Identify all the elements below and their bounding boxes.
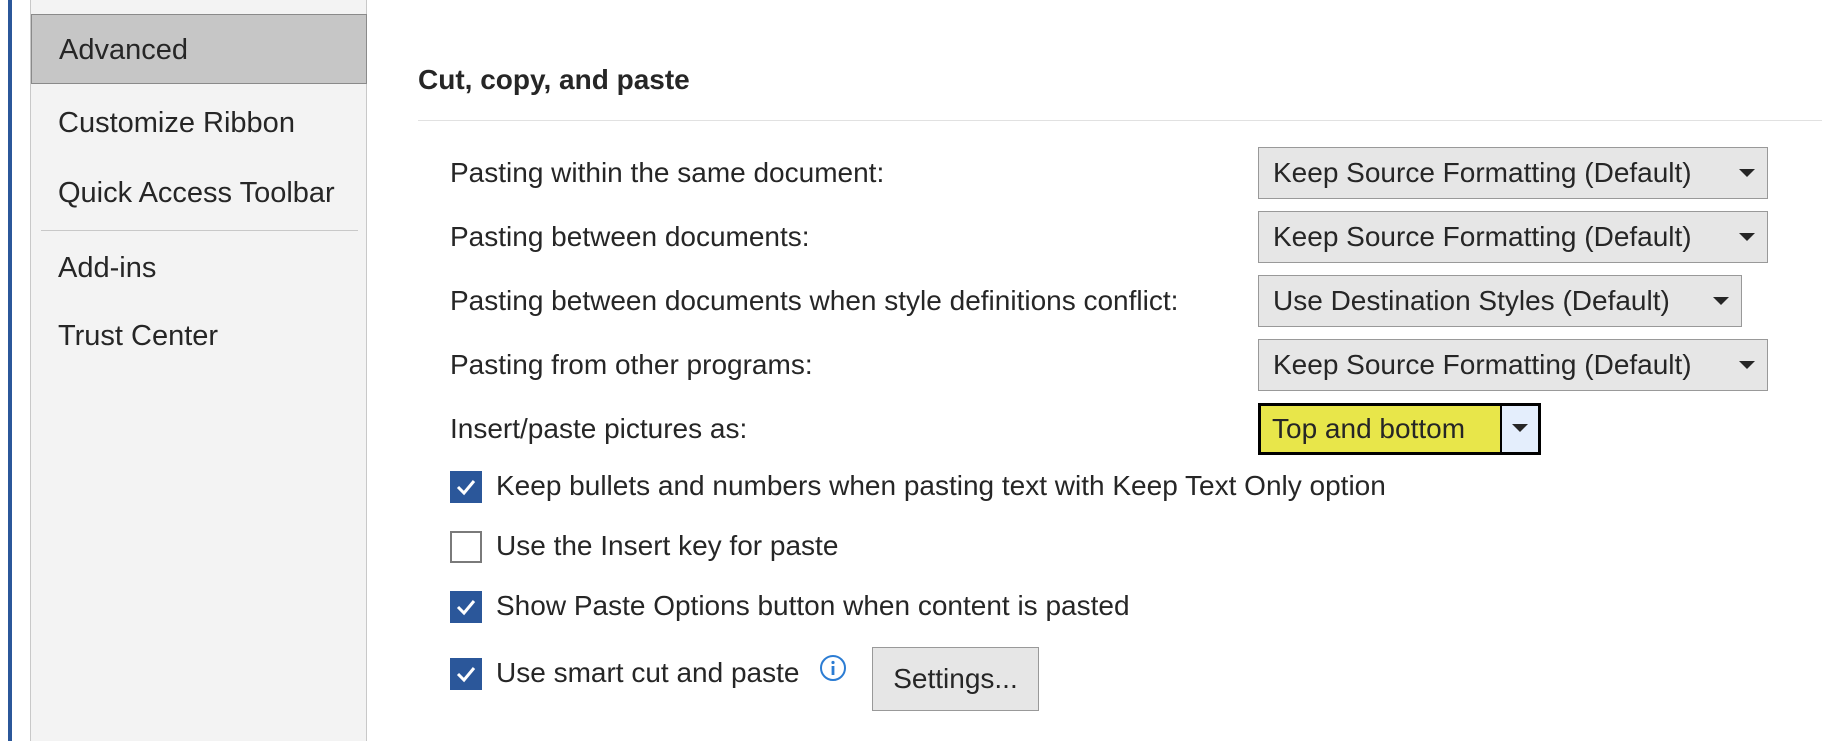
smart-cut-label[interactable]: Use smart cut and paste — [496, 657, 799, 689]
within-document-value: Keep Source Formatting (Default) — [1273, 157, 1692, 188]
chevron-down-icon[interactable] — [1725, 212, 1767, 262]
sidebar-item-advanced[interactable]: Advanced — [31, 14, 367, 84]
sidebar-item-quick-access-toolbar[interactable]: Quick Access Toolbar — [31, 158, 368, 228]
section-title: Cut, copy, and paste — [418, 64, 690, 95]
style-conflict-dropdown[interactable]: Use Destination Styles (Default) — [1258, 275, 1742, 327]
options-sidebar: Advanced Customize Ribbon Quick Access T… — [30, 0, 367, 741]
sidebar-item-trust-center[interactable]: Trust Center — [31, 301, 368, 371]
pictures-label: Insert/paste pictures as: — [450, 413, 748, 444]
within-document-label: Pasting within the same document: — [450, 157, 885, 188]
checkmark-icon — [456, 667, 476, 683]
chevron-down-icon[interactable] — [1725, 340, 1767, 390]
sidebar-divider — [41, 230, 358, 231]
pictures-value: Top and bottom — [1272, 413, 1466, 444]
settings-button[interactable]: Settings... — [872, 647, 1039, 711]
insert-key-checkbox[interactable] — [450, 531, 482, 563]
between-documents-dropdown[interactable]: Keep Source Formatting (Default) — [1258, 211, 1768, 263]
other-programs-dropdown[interactable]: Keep Source Formatting (Default) — [1258, 339, 1768, 391]
between-documents-value: Keep Source Formatting (Default) — [1273, 221, 1692, 252]
keep-bullets-label[interactable]: Keep bullets and numbers when pasting te… — [496, 470, 1386, 502]
pictures-dropdown[interactable]: Top and bottom — [1258, 403, 1541, 455]
sidebar-item-customize-ribbon[interactable]: Customize Ribbon — [31, 88, 368, 158]
sidebar-item-add-ins[interactable]: Add-ins — [31, 233, 368, 303]
within-document-dropdown[interactable]: Keep Source Formatting (Default) — [1258, 147, 1768, 199]
style-conflict-label: Pasting between documents when style def… — [450, 285, 1179, 316]
options-main-panel: Cut, copy, and paste Pasting within the … — [367, 0, 1822, 741]
keep-bullets-checkbox[interactable] — [450, 471, 482, 503]
section-divider — [418, 120, 1822, 121]
chevron-down-icon[interactable] — [1725, 148, 1767, 198]
chevron-down-icon[interactable] — [1699, 276, 1741, 326]
between-documents-label: Pasting between documents: — [450, 221, 810, 252]
window-frame-edge — [0, 0, 12, 741]
smart-cut-checkbox[interactable] — [450, 658, 482, 690]
paste-options-button-label[interactable]: Show Paste Options button when content i… — [496, 590, 1130, 622]
chevron-down-icon[interactable] — [1500, 406, 1538, 452]
paste-options-button-checkbox[interactable] — [450, 591, 482, 623]
style-conflict-value: Use Destination Styles (Default) — [1273, 285, 1670, 316]
other-programs-label: Pasting from other programs: — [450, 349, 813, 380]
checkmark-icon — [456, 600, 476, 616]
other-programs-value: Keep Source Formatting (Default) — [1273, 349, 1692, 380]
info-icon[interactable] — [819, 654, 847, 682]
checkmark-icon — [456, 480, 476, 496]
insert-key-label[interactable]: Use the Insert key for paste — [496, 530, 838, 562]
